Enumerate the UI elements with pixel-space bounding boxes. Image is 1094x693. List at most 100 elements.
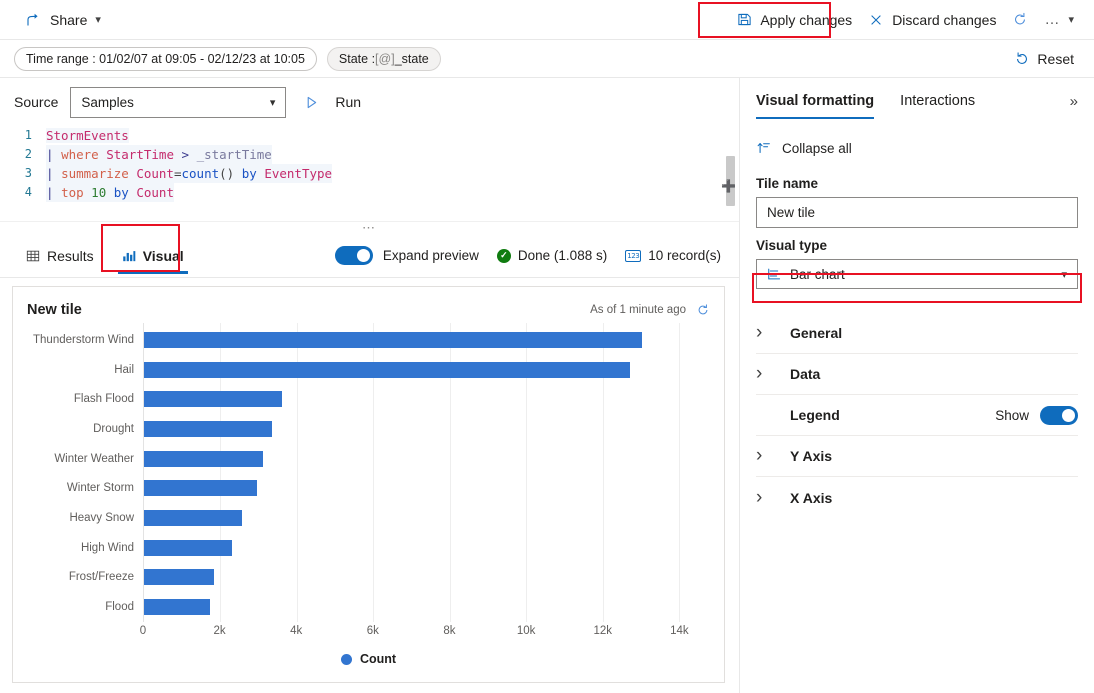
chart-category-label: High Wind (80, 541, 134, 554)
chart-bar[interactable] (144, 361, 631, 378)
format-section-data[interactable]: › Data (756, 354, 1078, 395)
chevron-right-icon: › (756, 445, 763, 466)
format-section-y-axis[interactable]: › Y Axis (756, 436, 1078, 477)
chart-category-label: Drought (93, 422, 134, 435)
success-check-icon: ✓ (496, 248, 511, 263)
expand-preview-label: Expand preview (382, 248, 479, 263)
chart-bar-row (144, 444, 710, 474)
number-icon: 123 (625, 249, 642, 262)
chart-bar-row (144, 474, 710, 504)
tile-name-input[interactable]: New tile (756, 197, 1078, 228)
state-token: [@] (375, 51, 395, 66)
format-section-x-axis[interactable]: › X Axis (756, 477, 1078, 518)
reset-label: Reset (1037, 50, 1074, 67)
chart-bar[interactable] (144, 569, 214, 586)
tile-name-label: Tile name (756, 176, 819, 191)
record-count: 123 10 record(s) (625, 248, 721, 263)
format-section-control: Show (995, 405, 1078, 425)
bar-chart-icon (767, 267, 781, 281)
tile-name-value: New tile (767, 205, 816, 220)
chart-x-tick-label: 8k (443, 625, 456, 637)
chart-category-label: Flood (105, 601, 134, 614)
format-section-label: General (790, 325, 843, 341)
chart-x-axis: 0 2k 4k 6k 8k 10k 12k 14k (139, 622, 710, 644)
legend-label: Count (359, 652, 397, 666)
chart-bar[interactable] (144, 480, 257, 497)
format-sections: › General › Data Legend Show › Y Axis › X Axis (756, 313, 1078, 518)
tab-visual[interactable]: Visual (110, 235, 196, 277)
toggle-switch[interactable] (334, 246, 373, 265)
reset-button[interactable]: Reset (1008, 48, 1080, 70)
save-icon (736, 12, 752, 28)
run-query-button[interactable]: Run (298, 91, 367, 113)
format-section-label: Y Axis (790, 448, 833, 464)
tab-results[interactable]: Results (14, 235, 106, 277)
legend-show-label: Show (995, 407, 1029, 423)
bar-chart-icon (122, 249, 136, 263)
expand-preview-toggle[interactable]: Expand preview (334, 246, 479, 265)
chart-category-label: Thunderstorm Wind (33, 333, 134, 346)
formatting-tabs: Visual formatting Interactions » (756, 78, 1078, 124)
state-parameter-pill[interactable]: State : [@] _state (326, 46, 441, 71)
chart-bar[interactable] (144, 391, 282, 408)
chart-plot: Thunderstorm Wind Hail Flash Flood Drought W… (27, 323, 710, 622)
chart-bar-row (144, 355, 710, 385)
chart-bar[interactable] (144, 450, 263, 467)
tile-as-of-label: As of 1 minute ago (590, 304, 686, 316)
play-icon (304, 95, 319, 110)
line-number: 1 (24, 128, 32, 142)
double-chevron-right-icon[interactable]: » (1070, 93, 1078, 110)
dashboard-tile: New tile As of 1 minute ago Thunderstorm… (12, 286, 725, 683)
tile-refresh-icon[interactable] (696, 303, 710, 317)
editor-marker-icon: ➕ (721, 179, 736, 193)
chart-category-label: Heavy Snow (69, 512, 134, 525)
format-section-general[interactable]: › General (756, 313, 1078, 354)
line-number: 3 (24, 166, 32, 180)
chevron-down-icon: ▾ (95, 14, 101, 26)
parameter-bar: Time range : 01/02/07 at 09:05 - 02/12/2… (0, 40, 1094, 78)
discard-changes-button[interactable]: Discard changes (860, 5, 1004, 35)
source-select[interactable]: Samples ▾ (70, 86, 287, 118)
code-line: 4 | top 10 by Count (0, 183, 739, 202)
chart-bar[interactable] (144, 599, 210, 616)
visual-type-label: Visual type (756, 238, 828, 253)
chart-x-tick-label: 6k (366, 625, 379, 637)
line-number: 4 (24, 185, 32, 199)
more-options-button[interactable]: … ▾ (1036, 5, 1082, 35)
chart-x-tick-label: 0 (139, 625, 147, 637)
apply-changes-button[interactable]: Apply changes (728, 5, 860, 35)
reset-icon (1014, 51, 1030, 67)
tile-meta: As of 1 minute ago (590, 303, 710, 317)
tab-interactions[interactable]: Interactions (900, 79, 975, 123)
refresh-button[interactable] (1004, 5, 1036, 35)
chart-bar[interactable] (144, 539, 232, 556)
bar-chart: Thunderstorm Wind Hail Flash Flood Drought W… (27, 323, 710, 674)
query-editor[interactable]: 1 StormEvents 2 | where StartTime > _sta… (0, 126, 739, 222)
query-status-label: Done (1.088 s) (517, 248, 608, 263)
editor-scrollbar[interactable] (726, 134, 737, 214)
ellipsis-icon: … (1044, 11, 1061, 28)
chart-y-axis-labels: Thunderstorm Wind Hail Flash Flood Drought W… (27, 323, 143, 622)
query-status: ✓ Done (1.088 s) (496, 248, 608, 263)
tile-title: New tile (27, 302, 82, 318)
format-section-legend[interactable]: Legend Show (756, 395, 1078, 436)
code-line: 2 | where StartTime > _startTime (0, 145, 739, 164)
chart-bar-row (144, 325, 710, 355)
pane-resize-handle[interactable]: ⋯ (0, 220, 739, 235)
tab-visual-formatting[interactable]: Visual formatting (756, 79, 875, 123)
share-label: Share (50, 11, 88, 28)
chevron-down-icon: ▾ (269, 96, 276, 109)
time-range-pill[interactable]: Time range : 01/02/07 at 09:05 - 02/12/2… (14, 46, 317, 71)
share-button[interactable]: Share ▾ (18, 5, 109, 35)
chart-bar[interactable] (144, 420, 273, 437)
visual-type-value: Bar chart (790, 266, 845, 282)
chart-bar[interactable] (144, 510, 242, 527)
chevron-down-icon: ▾ (1068, 14, 1074, 26)
legend-show-toggle[interactable] (1040, 405, 1078, 425)
chart-bar-row (144, 384, 710, 414)
code-line: 3 | summarize Count=count() by EventType (0, 164, 739, 183)
collapse-all-button[interactable]: Collapse all (756, 130, 1078, 166)
visual-type-select[interactable]: Bar chart ▾ (756, 259, 1078, 289)
chart-x-tick-label: 2k (213, 625, 226, 637)
chart-bar[interactable] (144, 331, 642, 348)
